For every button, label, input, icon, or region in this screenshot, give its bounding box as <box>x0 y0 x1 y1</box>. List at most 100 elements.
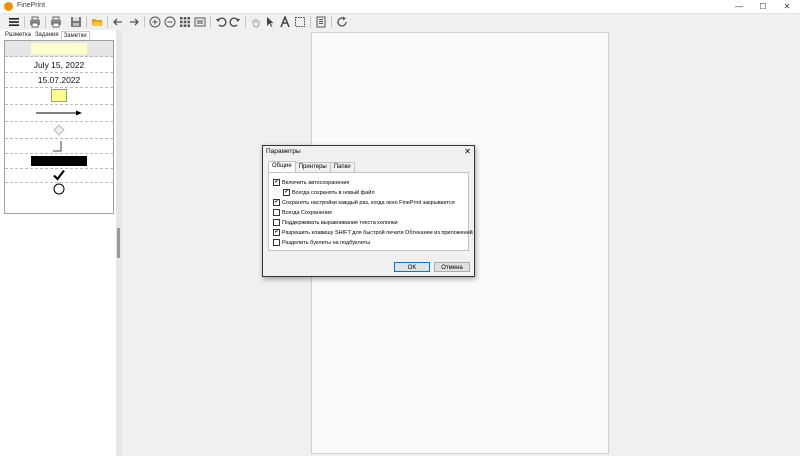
panel-tabs: Разметка Задания Заметки <box>3 31 90 41</box>
option-shift-quick-print[interactable]: ✔ Разрешить клавишу SHIFT для быстрой пе… <box>273 229 473 236</box>
pan-tool-button[interactable] <box>249 15 263 29</box>
checkbox[interactable] <box>273 209 280 216</box>
option-label: Поддерживать выравнивание текста колонки <box>282 219 398 226</box>
thumbnails-button[interactable] <box>178 15 192 29</box>
minus-circle-icon <box>164 16 176 28</box>
black-bar-stamp <box>31 155 87 166</box>
option-split-booklets[interactable]: Разделить буклеты на подбуклеты <box>273 239 370 246</box>
tab-jobs[interactable]: Задания <box>33 31 61 40</box>
fit-page-button[interactable] <box>193 15 207 29</box>
parameters-dialog: Параметры ✕ Общие Принтеры Папки ✔ Включ… <box>262 145 475 277</box>
left-panel: Разметка Задания Заметки July 15, 2022 1… <box>0 30 116 456</box>
open-button[interactable] <box>90 15 104 29</box>
refresh-icon <box>337 16 347 27</box>
printer-icon <box>30 16 40 28</box>
tab-folders[interactable]: Папки <box>329 162 355 172</box>
select-tool-button[interactable] <box>263 15 277 29</box>
back-button[interactable] <box>111 15 125 29</box>
checkbox[interactable] <box>273 219 280 226</box>
option-always-save[interactable]: Всегда Сохранение <box>273 209 332 216</box>
undo-icon <box>216 17 227 27</box>
text-tool-button[interactable] <box>278 15 292 29</box>
dialog-title: Параметры <box>266 148 301 155</box>
list-item[interactable] <box>5 168 113 183</box>
redo-icon <box>229 17 240 27</box>
option-label: Разрешить клавишу SHIFT для быстрой печа… <box>282 229 473 236</box>
checkbox[interactable]: ✔ <box>273 199 280 206</box>
minimize-button[interactable]: — <box>727 0 751 13</box>
option-label: Всегда Сохранение <box>282 209 333 216</box>
notes-list: July 15, 2022 15.07.2022 <box>4 40 114 214</box>
cancel-button[interactable]: Отмена <box>434 262 470 272</box>
sticky-note-icon <box>51 89 67 102</box>
checkbox[interactable]: ✔ <box>283 189 290 196</box>
list-item[interactable] <box>5 121 113 139</box>
dialog-title-bar: Параметры ✕ <box>263 146 474 158</box>
list-item[interactable]: 15.07.2022 <box>5 72 113 88</box>
date-stamp-long: July 15, 2022 <box>33 59 85 70</box>
toolbar <box>0 14 800 31</box>
zoom-out-button[interactable] <box>163 15 177 29</box>
print-button[interactable] <box>28 15 42 29</box>
fineprint-logo-icon <box>4 2 13 11</box>
diamond-icon <box>53 123 65 136</box>
list-item[interactable]: July 15, 2022 <box>5 57 113 73</box>
print-setup-button[interactable] <box>49 15 63 29</box>
window-title: FinePrint <box>17 2 46 9</box>
grid-icon <box>180 17 190 27</box>
option-label: Всегда сохранять в новый файл <box>292 189 375 196</box>
folder-icon <box>92 19 103 26</box>
tab-layout[interactable]: Разметка <box>3 31 33 40</box>
arrow-right-icon <box>130 18 139 26</box>
list-item[interactable] <box>5 138 113 154</box>
corner-line-icon <box>53 140 62 151</box>
dialog-tabs: Общие Принтеры Папки <box>268 161 355 172</box>
option-save-new-file[interactable]: ✔ Всегда сохранять в новый файл <box>283 189 375 196</box>
menu-button[interactable] <box>7 15 21 29</box>
close-window-button[interactable]: ✕ <box>775 0 799 13</box>
floppy-disk-icon <box>71 17 81 27</box>
option-label: Разделить буклеты на подбуклеты <box>282 239 371 246</box>
undo-button[interactable] <box>214 15 228 29</box>
dialog-close-button[interactable]: ✕ <box>464 146 471 158</box>
hamburger-icon <box>9 18 19 26</box>
document-list-icon <box>316 16 326 28</box>
splitter-handle[interactable] <box>117 228 120 258</box>
circle-icon <box>53 183 65 195</box>
ok-button[interactable]: OK <box>394 262 430 272</box>
refresh-button[interactable] <box>335 15 349 29</box>
option-label: Сохранять настройки каждый раз, когда ок… <box>282 199 455 206</box>
general-settings-panel: ✔ Включить автосохранение ✔ Всегда сохра… <box>268 172 473 251</box>
maximize-button[interactable]: ☐ <box>751 0 775 13</box>
plus-circle-icon <box>149 16 161 28</box>
list-item[interactable] <box>5 87 113 105</box>
text-a-icon <box>280 16 290 28</box>
date-stamp-short: 15.07.2022 <box>37 74 81 85</box>
redo-button[interactable] <box>228 15 242 29</box>
option-save-settings-on-close[interactable]: ✔ Сохранять настройки каждый раз, когда … <box>273 199 455 206</box>
list-item[interactable] <box>5 182 113 196</box>
cursor-arrow-icon <box>267 17 274 27</box>
list-item[interactable] <box>5 41 113 57</box>
properties-button[interactable] <box>314 15 328 29</box>
highlight-stamp <box>31 43 87 54</box>
checkbox[interactable] <box>273 239 280 246</box>
list-item[interactable] <box>5 153 113 169</box>
checkbox[interactable]: ✔ <box>273 179 280 186</box>
option-autosave[interactable]: ✔ Включить автосохранение <box>273 179 350 186</box>
option-label: Включить автосохранение <box>282 179 350 186</box>
zoom-in-button[interactable] <box>148 15 162 29</box>
checkbox[interactable]: ✔ <box>273 229 280 236</box>
tab-printers[interactable]: Принтеры <box>294 162 331 172</box>
list-item[interactable] <box>5 104 113 122</box>
hand-icon <box>252 18 260 28</box>
option-column-alignment[interactable]: Поддерживать выравнивание текста колонки <box>273 219 398 226</box>
marquee-tool-button[interactable] <box>293 15 307 29</box>
title-bar: FinePrint — ☐ ✕ <box>0 0 800 14</box>
save-button[interactable] <box>69 15 83 29</box>
arrow-left-icon <box>113 18 122 26</box>
tab-general[interactable]: Общие <box>268 161 296 172</box>
forward-button[interactable] <box>127 15 141 29</box>
fit-page-icon <box>194 17 206 27</box>
arrow-line-icon <box>36 110 82 115</box>
